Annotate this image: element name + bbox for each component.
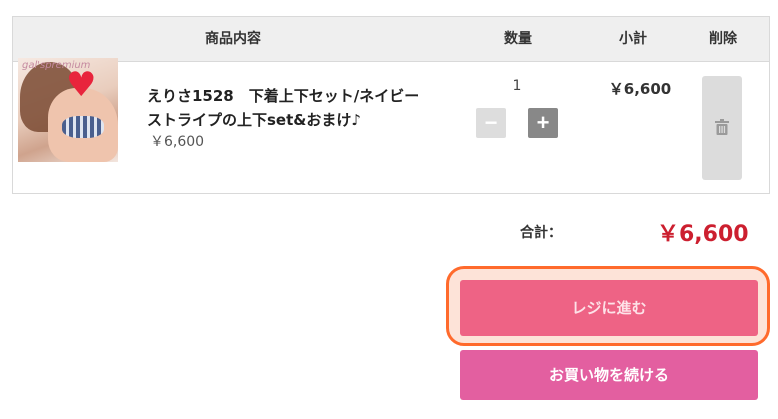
header-product: 商品内容 — [205, 31, 261, 47]
product-name-link[interactable]: えりさ1528 下着上下セット/ネイビー ストライプの上下set&おまけ♪ — [147, 84, 447, 132]
table-header: 商品内容 数量 小計 削除 — [13, 17, 769, 62]
product-thumbnail[interactable]: ♥ gal'spremium — [18, 58, 118, 162]
quantity-decrease-button[interactable]: − — [476, 108, 506, 138]
thumbnail-bikini-shape — [62, 116, 104, 138]
trash-icon — [715, 119, 729, 135]
checkout-button[interactable]: レジに進む — [460, 280, 758, 336]
quantity-value: 1 — [512, 78, 522, 94]
total-label: 合計： — [520, 225, 562, 241]
delete-item-button[interactable] — [702, 76, 742, 180]
heart-icon: ♥ — [66, 65, 97, 105]
product-unit-price: ￥6,600 — [150, 134, 205, 150]
item-subtotal: ￥6,600 — [608, 80, 672, 98]
thumbnail-watermark: gal'spremium — [22, 60, 91, 71]
continue-shopping-button[interactable]: お買い物を続ける — [460, 350, 758, 400]
quantity-increase-button[interactable]: + — [528, 108, 558, 138]
header-quantity: 数量 — [504, 31, 532, 47]
header-subtotal: 小計 — [619, 31, 647, 47]
header-delete: 削除 — [709, 31, 737, 47]
total-amount: ￥6,600 — [657, 222, 749, 247]
